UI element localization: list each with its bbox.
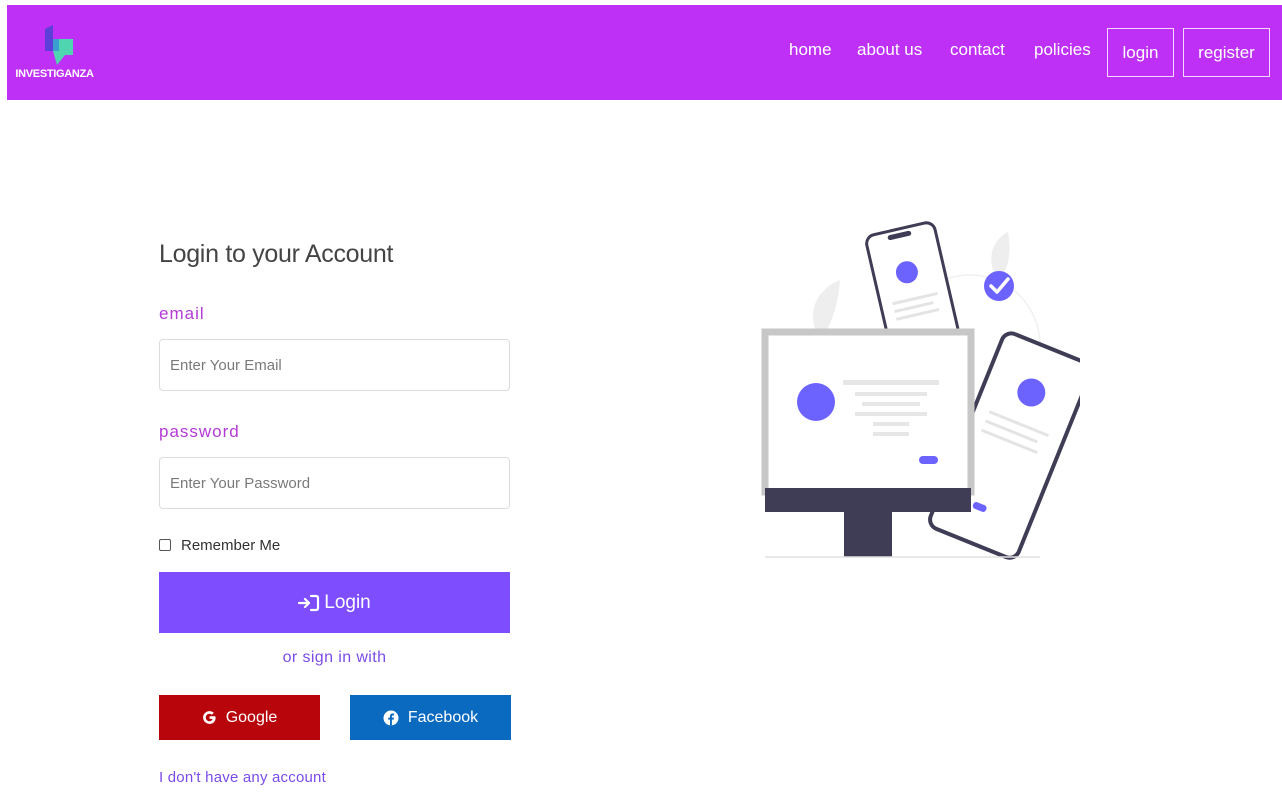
email-input[interactable] [159, 339, 510, 391]
nav-register-button[interactable]: register [1183, 28, 1270, 77]
or-sign-in-text: or sign in with [282, 649, 387, 666]
google-button[interactable]: Google [159, 695, 320, 740]
logo-mark-icon [45, 25, 73, 65]
facebook-button-label: Facebook [407, 708, 479, 726]
no-account-link[interactable]: I don't have any account [159, 769, 326, 786]
brand-name: INVESTIGANZA [15, 68, 94, 80]
form-title: Login to your Account [159, 240, 394, 268]
remember-me-checkbox[interactable] [159, 539, 171, 551]
login-button[interactable]: Login [159, 572, 510, 633]
google-icon [202, 710, 217, 725]
remember-me: Remember Me [159, 536, 280, 554]
nav-link-home[interactable]: home [789, 5, 832, 100]
sign-in-icon [298, 594, 320, 611]
nav-link-about-us[interactable]: about us [857, 5, 922, 100]
brand-logo[interactable]: INVESTIGANZA [7, 5, 107, 100]
navbar: INVESTIGANZA home about us contact polic… [7, 5, 1282, 100]
remember-me-label[interactable]: Remember Me [181, 537, 280, 554]
password-label: password [159, 422, 240, 441]
email-label: email [159, 304, 205, 323]
facebook-icon [383, 710, 399, 726]
login-button-label: Login [324, 591, 371, 613]
nav-login-button[interactable]: login [1107, 28, 1174, 77]
check-badge-icon [984, 271, 1014, 301]
devices-illustration [761, 221, 1080, 560]
nav-link-contact[interactable]: contact [950, 5, 1005, 100]
password-input[interactable] [159, 457, 510, 509]
facebook-button[interactable]: Facebook [350, 695, 511, 740]
google-button-label: Google [225, 708, 278, 726]
nav-link-policies[interactable]: policies [1034, 5, 1091, 100]
